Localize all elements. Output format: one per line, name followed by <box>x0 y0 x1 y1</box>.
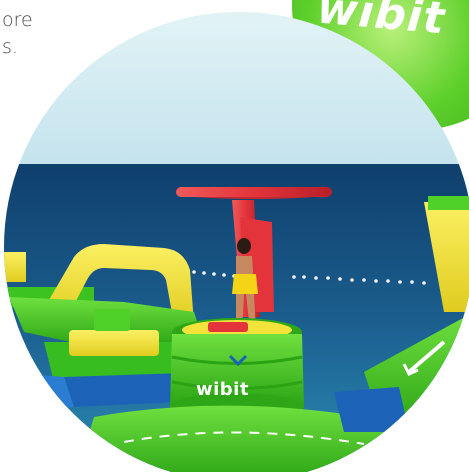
body-text-line-2: s. <box>2 36 18 58</box>
inflatable-yellow-left <box>4 252 26 282</box>
drum-brand-logo: wibit <box>196 379 249 400</box>
body-text-line-1: ore <box>2 9 33 31</box>
inflatable-green-cube <box>94 309 130 331</box>
inflatable-blue-mat-left <box>4 372 74 412</box>
inflatable-yellow-block <box>69 330 159 356</box>
waterpark-illustration <box>4 12 469 472</box>
waterpark-photo: wibit <box>4 12 469 472</box>
page: ore s. wibit wibit <box>0 0 469 472</box>
inflatable-green-drum <box>170 318 304 421</box>
